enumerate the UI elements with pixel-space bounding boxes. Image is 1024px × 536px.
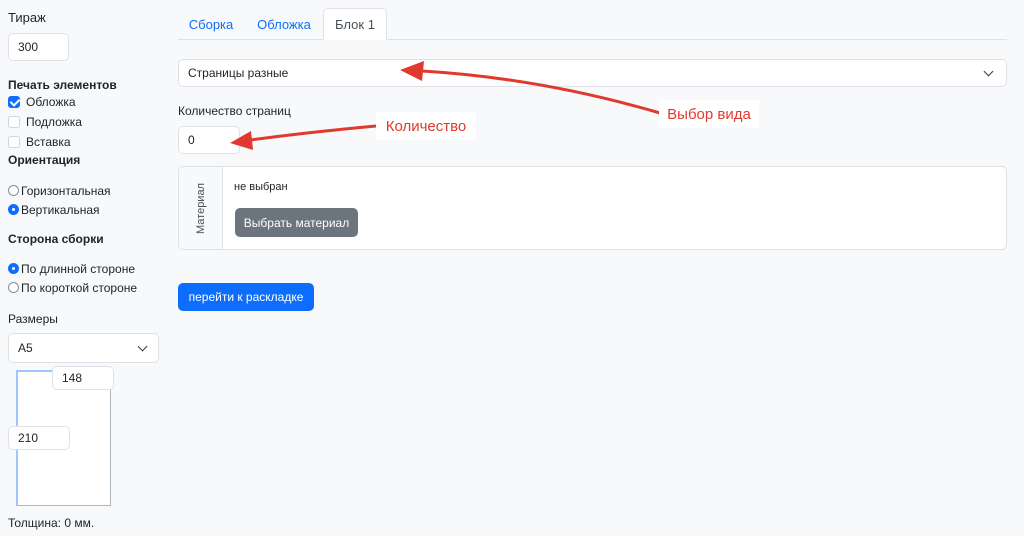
select-type-arrow-head: [400, 61, 424, 81]
select-type-arrow-line: [421, 69, 661, 115]
annotation-arrows: [230, 61, 661, 150]
annotation-select-type: Выбор вида: [659, 100, 759, 128]
annotation-quantity: Количество: [376, 112, 476, 140]
quantity-arrow-head: [230, 131, 253, 150]
quantity-arrow-line: [249, 124, 377, 142]
